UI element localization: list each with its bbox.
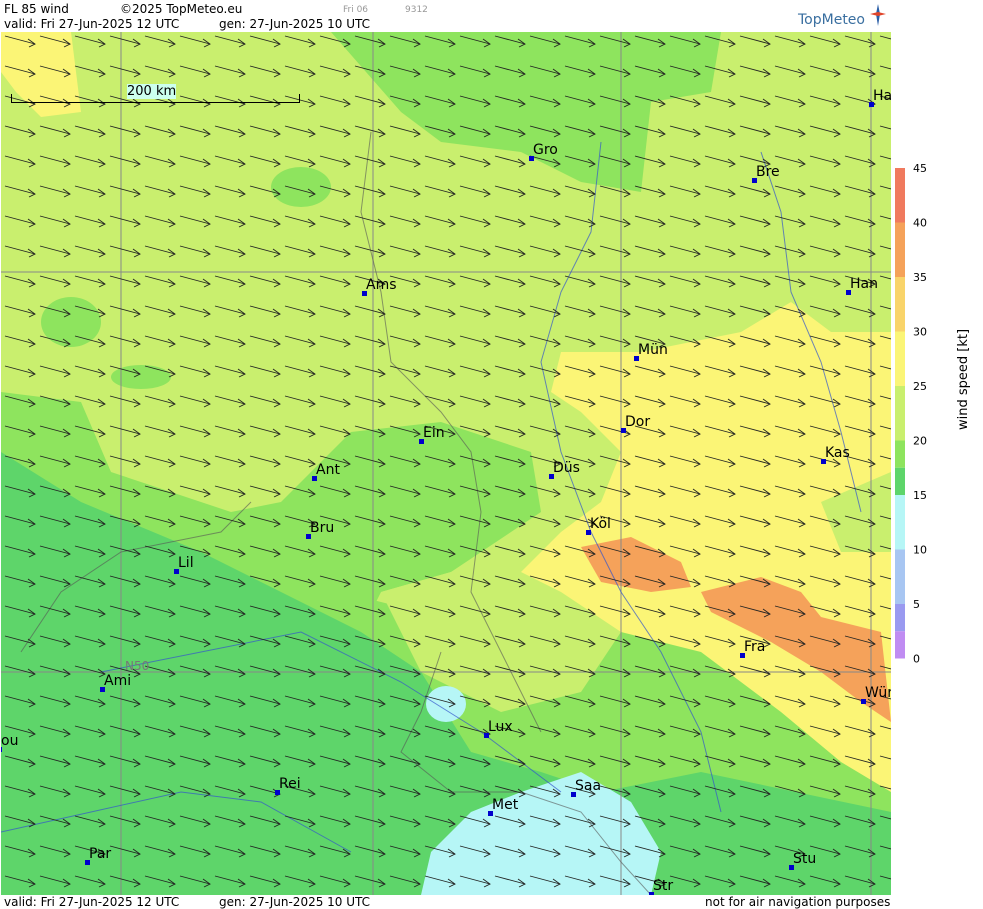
scale-label: 200 km — [127, 84, 177, 99]
legend-tick: 15 — [913, 489, 927, 502]
legend-tick: 40 — [913, 217, 927, 230]
legend-tick: 30 — [913, 326, 927, 339]
map-canvas — [1, 32, 891, 895]
legend-label: wind speed [kt] — [956, 328, 971, 430]
city-label: Ami — [104, 673, 132, 689]
legend-tick: 0 — [913, 653, 920, 666]
compass-icon — [870, 4, 886, 26]
city-label: Mün — [638, 342, 668, 358]
city-label: Düs — [553, 460, 580, 476]
city-label: Lux — [488, 719, 513, 735]
legend-tick: 45 — [913, 162, 927, 175]
city-label: Han — [850, 276, 878, 292]
city-label: Bre — [756, 164, 780, 180]
legend-swatch — [895, 467, 905, 495]
city-label: Saa — [575, 778, 602, 794]
legend-swatch — [895, 222, 905, 277]
valid-time: valid: Fri 27-Jun-2025 12 UTC — [4, 17, 180, 31]
city-label: Köl — [590, 516, 611, 532]
chart-title: FL 85 wind — [4, 2, 69, 16]
city-label: Ams — [366, 277, 397, 293]
gen-time: gen: 27-Jun-2025 10 UTC — [219, 17, 371, 31]
city-label: ou — [1, 733, 19, 749]
city-label: Kas — [825, 445, 850, 461]
city-label: Par — [89, 846, 112, 862]
disclaimer: not for air navigation purposes — [705, 895, 891, 909]
legend-swatch — [895, 631, 905, 659]
copyright: ©2025 TopMeteo.eu — [120, 2, 243, 16]
city-label: Ein — [423, 425, 445, 441]
legend-swatch — [895, 549, 905, 604]
city-label: Wür — [865, 685, 891, 701]
legend-swatch — [895, 495, 905, 550]
city-label: Ha — [873, 88, 891, 104]
city-label: Lil — [178, 555, 194, 571]
latitude-label: N50 — [125, 659, 150, 673]
legend-tick: 10 — [913, 544, 927, 557]
run-hour: Fri 06 — [343, 5, 369, 15]
run-code: 9312 — [405, 5, 428, 15]
footer-valid: valid: Fri 27-Jun-2025 12 UTC — [4, 895, 180, 909]
city-label: Fra — [744, 639, 766, 655]
city-label: Rei — [279, 776, 301, 792]
topmeteo-logo: TopMeteo — [798, 12, 865, 28]
footer-gen: gen: 27-Jun-2025 10 UTC — [219, 895, 371, 909]
footer: valid: Fri 27-Jun-2025 12 UTC gen: 27-Ju… — [0, 895, 892, 909]
city-label: Met — [492, 797, 519, 813]
city-label: Ant — [316, 462, 340, 478]
legend-swatch — [895, 277, 905, 332]
header: FL 85 wind ©2025 TopMeteo.eu Fri 06 9312… — [0, 0, 892, 32]
city-label: Str — [653, 878, 674, 894]
city-label: Dor — [625, 414, 651, 430]
legend-tick: 35 — [913, 271, 927, 284]
legend-bar: 45 40 35 30 25 20 15 10 5 0 — [895, 162, 927, 666]
legend-swatch — [895, 168, 905, 223]
legend-swatch — [895, 331, 905, 386]
legend-swatch — [895, 604, 905, 632]
legend-swatch — [895, 386, 905, 441]
city-label: Bru — [310, 520, 335, 536]
color-legend: 45 40 35 30 25 20 15 10 5 0 — [893, 32, 983, 895]
legend-tick: 5 — [913, 598, 920, 611]
city-label: Stu — [793, 851, 817, 867]
legend-tick: 20 — [913, 435, 927, 448]
wind-map[interactable]: 200 km N50 Ha Gro Bre Ams Han Mün Dor Ein Kas Ant… — [1, 32, 891, 895]
legend-tick: 25 — [913, 380, 927, 393]
city-label: Gro — [533, 142, 558, 158]
legend-swatch — [895, 440, 905, 468]
